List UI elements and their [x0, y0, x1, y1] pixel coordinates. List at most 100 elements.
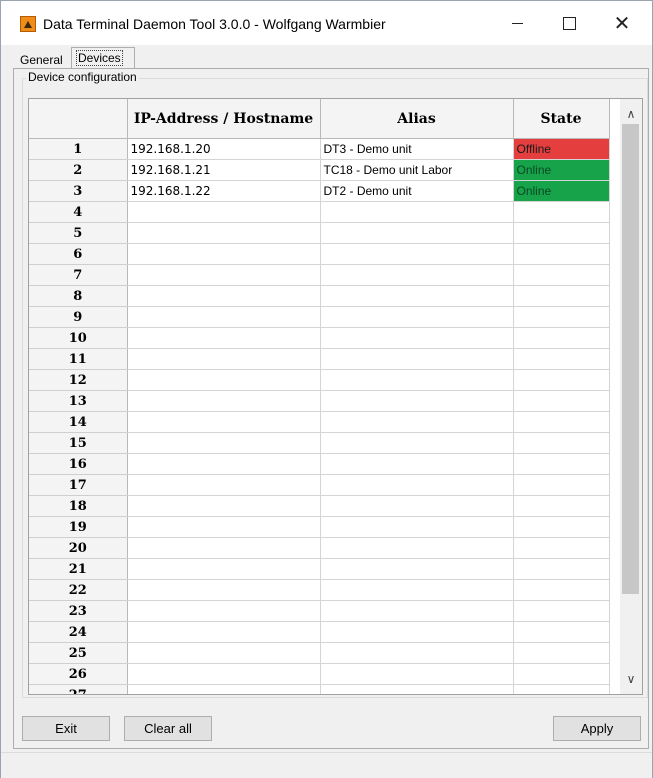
row-number[interactable]: 17: [29, 474, 128, 496]
tab-devices[interactable]: Devices: [71, 47, 135, 70]
row-number[interactable]: 18: [29, 495, 128, 517]
ip-address-cell[interactable]: 192.168.1.20: [127, 138, 321, 160]
ip-address-cell[interactable]: [127, 495, 321, 517]
alias-cell[interactable]: [320, 621, 514, 643]
state-cell[interactable]: [513, 453, 610, 475]
ip-address-cell[interactable]: [127, 285, 321, 307]
ip-address-cell[interactable]: [127, 537, 321, 559]
ip-address-cell[interactable]: [127, 348, 321, 370]
scroll-up-icon[interactable]: ∧: [620, 104, 642, 124]
alias-cell[interactable]: [320, 474, 514, 496]
state-cell[interactable]: [513, 642, 610, 664]
state-cell[interactable]: [513, 243, 610, 265]
row-number[interactable]: 15: [29, 432, 128, 454]
table-row[interactable]: 22: [29, 579, 610, 601]
state-cell[interactable]: [513, 411, 610, 433]
alias-cell[interactable]: [320, 663, 514, 685]
column-header-state[interactable]: State: [513, 99, 610, 139]
alias-cell[interactable]: [320, 453, 514, 475]
table-row[interactable]: 17: [29, 474, 610, 496]
alias-cell[interactable]: [320, 516, 514, 538]
row-number[interactable]: 4: [29, 201, 128, 223]
state-cell[interactable]: Online: [513, 180, 610, 202]
ip-address-cell[interactable]: [127, 222, 321, 244]
row-number[interactable]: 22: [29, 579, 128, 601]
scroll-down-icon[interactable]: ∨: [620, 669, 642, 689]
ip-address-cell[interactable]: [127, 558, 321, 580]
alias-cell[interactable]: [320, 264, 514, 286]
row-number[interactable]: 13: [29, 390, 128, 412]
minimize-button[interactable]: [494, 1, 540, 45]
alias-cell[interactable]: [320, 390, 514, 412]
state-cell[interactable]: [513, 432, 610, 454]
row-number[interactable]: 3: [29, 180, 128, 202]
table-row[interactable]: 2 192.168.1.21 TC18 - Demo unit Labor Onlin…: [29, 159, 610, 181]
ip-address-cell[interactable]: [127, 642, 321, 664]
alias-cell[interactable]: TC18 - Demo unit Labor: [320, 159, 514, 181]
row-number[interactable]: 19: [29, 516, 128, 538]
row-number[interactable]: 26: [29, 663, 128, 685]
ip-address-cell[interactable]: [127, 621, 321, 643]
alias-cell[interactable]: [320, 642, 514, 664]
ip-address-cell[interactable]: [127, 432, 321, 454]
column-header-alias[interactable]: Alias: [320, 99, 514, 139]
row-number[interactable]: 25: [29, 642, 128, 664]
ip-address-cell[interactable]: 192.168.1.22: [127, 180, 321, 202]
table-row[interactable]: 24: [29, 621, 610, 643]
row-number[interactable]: 12: [29, 369, 128, 391]
table-row[interactable]: 1 192.168.1.20 DT3 - Demo unit Offline: [29, 138, 610, 160]
state-cell[interactable]: [513, 474, 610, 496]
table-row[interactable]: 4: [29, 201, 610, 223]
row-number[interactable]: 24: [29, 621, 128, 643]
ip-address-cell[interactable]: [127, 201, 321, 223]
maximize-button[interactable]: [546, 1, 592, 45]
table-row[interactable]: 27: [29, 684, 610, 694]
scroll-thumb[interactable]: [622, 124, 639, 594]
row-number[interactable]: 6: [29, 243, 128, 265]
state-cell[interactable]: [513, 222, 610, 244]
row-number[interactable]: 27: [29, 684, 128, 694]
ip-address-cell[interactable]: [127, 684, 321, 694]
clear-all-button[interactable]: Clear all: [124, 716, 212, 741]
state-cell[interactable]: [513, 516, 610, 538]
state-cell[interactable]: [513, 201, 610, 223]
state-cell[interactable]: Online: [513, 159, 610, 181]
state-cell[interactable]: [513, 684, 610, 694]
table-row[interactable]: 13: [29, 390, 610, 412]
ip-address-cell[interactable]: [127, 411, 321, 433]
ip-address-cell[interactable]: [127, 390, 321, 412]
row-number[interactable]: 5: [29, 222, 128, 244]
state-cell[interactable]: [513, 495, 610, 517]
state-cell[interactable]: [513, 306, 610, 328]
row-number[interactable]: 1: [29, 138, 128, 160]
table-row[interactable]: 5: [29, 222, 610, 244]
table-row[interactable]: 7: [29, 264, 610, 286]
table-row[interactable]: 9: [29, 306, 610, 328]
row-number[interactable]: 11: [29, 348, 128, 370]
state-cell[interactable]: [513, 390, 610, 412]
state-cell[interactable]: [513, 369, 610, 391]
row-number[interactable]: 8: [29, 285, 128, 307]
exit-button[interactable]: Exit: [22, 716, 110, 741]
apply-button[interactable]: Apply: [553, 716, 641, 741]
state-cell[interactable]: [513, 579, 610, 601]
row-number[interactable]: 20: [29, 537, 128, 559]
alias-cell[interactable]: [320, 327, 514, 349]
ip-address-cell[interactable]: [127, 453, 321, 475]
ip-address-cell[interactable]: [127, 264, 321, 286]
alias-cell[interactable]: [320, 600, 514, 622]
ip-address-cell[interactable]: [127, 663, 321, 685]
alias-cell[interactable]: [320, 348, 514, 370]
ip-address-cell[interactable]: [127, 327, 321, 349]
table-row[interactable]: 14: [29, 411, 610, 433]
row-number[interactable]: 2: [29, 159, 128, 181]
alias-cell[interactable]: [320, 369, 514, 391]
state-cell[interactable]: [513, 663, 610, 685]
state-cell[interactable]: [513, 264, 610, 286]
alias-cell[interactable]: [320, 684, 514, 694]
alias-cell[interactable]: [320, 306, 514, 328]
state-cell[interactable]: [513, 558, 610, 580]
state-cell[interactable]: [513, 537, 610, 559]
ip-address-cell[interactable]: [127, 579, 321, 601]
alias-cell[interactable]: [320, 537, 514, 559]
